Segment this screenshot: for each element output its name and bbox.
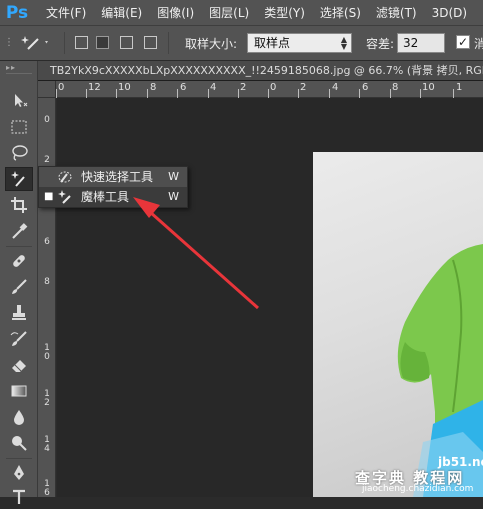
menu-edit[interactable]: 编辑(E): [101, 4, 142, 21]
tool-preset-picker[interactable]: [18, 32, 52, 54]
horizontal-ruler[interactable]: 0 12 10 8 6 4 2 0 2 4 6 8 10 1: [56, 81, 483, 98]
toolbar-divider: [6, 246, 32, 247]
ruler-tick-label: 1 0: [44, 343, 50, 362]
bandage-icon: [13, 255, 25, 267]
product-photo[interactable]: [313, 152, 483, 497]
ruler-tick-label: 1 2: [44, 389, 50, 408]
menu-image[interactable]: 图像(I): [157, 4, 194, 21]
menu-layer[interactable]: 图层(L): [209, 4, 249, 21]
flyout-item-label: 魔棒工具: [81, 190, 130, 204]
separator: [64, 32, 65, 54]
menu-filter[interactable]: 滤镜(T): [376, 4, 417, 21]
type-tool-button[interactable]: [5, 485, 33, 509]
crop-icon: [11, 197, 27, 213]
sample-size-value: 取样点: [254, 36, 291, 50]
ruler-tick-label: 8: [44, 277, 50, 287]
dodge-icon: [12, 436, 27, 451]
tolerance-input[interactable]: 32: [397, 33, 445, 53]
menu-3d[interactable]: 3D(D): [432, 6, 467, 20]
ruler-origin[interactable]: [38, 81, 56, 98]
gradient-tool-button[interactable]: [5, 379, 33, 403]
rectangular-marquee-icon: [11, 120, 27, 134]
toolbar-divider: [6, 458, 32, 459]
flyout-item-shortcut: W: [168, 190, 179, 203]
ruler-tick-label: 6: [44, 237, 50, 247]
tools-panel: ▸▸: [0, 61, 38, 504]
toolbar-divider: [6, 73, 32, 74]
eyedropper-icon: [12, 223, 28, 239]
green-tshirt-image: [397, 244, 483, 497]
menu-bar: Ps 文件(F) 编辑(E) 图像(I) 图层(L) 类型(Y) 选择(S) 滤…: [0, 0, 483, 25]
stamp-icon: [12, 305, 26, 320]
selected-bullet-icon: ■: [44, 191, 54, 202]
gradient-icon: [11, 385, 27, 397]
subtract-from-selection-button[interactable]: [120, 36, 133, 49]
options-bar: ⋮ 取样大小: 取样点 ▲ ▼ 容差: 32 ✓ 消: [0, 25, 483, 60]
flyout-item-quick-selection[interactable]: 快速选择工具 W: [39, 167, 187, 187]
magic-wand-icon: [21, 36, 48, 50]
magic-wand-tool-button[interactable]: [5, 167, 33, 191]
dropdown-arrows-icon: ▲ ▼: [340, 35, 347, 51]
tolerance-label: 容差:: [366, 37, 395, 51]
sample-size-dropdown[interactable]: 取样点 ▲ ▼: [247, 33, 352, 53]
sample-size-label: 取样大小:: [185, 37, 238, 51]
vertical-ruler[interactable]: 0 2 4 6 8 1 0 1 2 1 4 1 6: [38, 98, 56, 498]
lasso-icon: [12, 145, 28, 161]
flyout-item-label: 快速选择工具: [81, 170, 154, 184]
separator: [168, 32, 169, 54]
quick-selection-icon: [58, 171, 72, 183]
ruler-ticks: [56, 89, 454, 98]
photoshop-logo: Ps: [5, 2, 29, 23]
history-brush-icon: [10, 331, 27, 346]
add-to-selection-button[interactable]: [96, 36, 109, 49]
eraser-icon: [12, 360, 26, 372]
healing-brush-tool-button[interactable]: [5, 249, 33, 273]
pen-tool-button[interactable]: [5, 461, 33, 485]
eyedropper-tool-button[interactable]: [5, 219, 33, 243]
magic-wand-icon: [11, 171, 25, 187]
blur-tool-button[interactable]: [5, 405, 33, 429]
crop-tool-button[interactable]: [5, 193, 33, 217]
dodge-tool-button[interactable]: [5, 431, 33, 455]
ruler-tick-label: 1 6: [44, 479, 50, 498]
marquee-tool-button[interactable]: [5, 115, 33, 139]
history-brush-tool-button[interactable]: [5, 327, 33, 351]
ruler-tick-label: 0: [44, 115, 50, 125]
magic-wand-icon: [58, 190, 71, 204]
pen-icon: [14, 465, 24, 480]
panel-collapse-icon[interactable]: ▸▸: [6, 63, 16, 72]
ruler-tick-label: 1 4: [44, 435, 50, 454]
ruler-tick-label: 2: [44, 155, 50, 165]
move-tool-button[interactable]: [5, 89, 33, 113]
clone-stamp-tool-button[interactable]: [5, 301, 33, 325]
intersect-selection-button[interactable]: [144, 36, 157, 49]
selection-tools-flyout: 快速选择工具 W ■ 魔棒工具 W: [38, 166, 188, 208]
menu-type[interactable]: 类型(Y): [264, 4, 305, 21]
brush-icon: [12, 279, 27, 294]
eraser-tool-button[interactable]: [5, 353, 33, 377]
lasso-tool-button[interactable]: [5, 141, 33, 165]
url-watermark: jiaocheng.chazidian.com: [362, 484, 474, 494]
flyout-item-magic-wand[interactable]: ■ 魔棒工具 W: [39, 187, 187, 207]
document-tab[interactable]: TB2YkX9cXXXXXbLXpXXXXXXXXXX_!!2459185068…: [38, 61, 483, 80]
blur-drop-icon: [14, 410, 24, 425]
type-icon: [13, 489, 25, 504]
anti-alias-checkbox[interactable]: ✓: [456, 35, 470, 49]
menu-select[interactable]: 选择(S): [320, 4, 361, 21]
document-tab-bar: TB2YkX9cXXXXXbLXpXXXXXXXXXX_!!2459185068…: [38, 61, 483, 81]
flyout-item-shortcut: W: [168, 170, 179, 183]
menu-file[interactable]: 文件(F): [46, 4, 86, 21]
brush-tool-button[interactable]: [5, 275, 33, 299]
anti-alias-label: 消: [474, 37, 483, 51]
move-icon: [15, 94, 28, 107]
new-selection-button[interactable]: [75, 36, 88, 49]
